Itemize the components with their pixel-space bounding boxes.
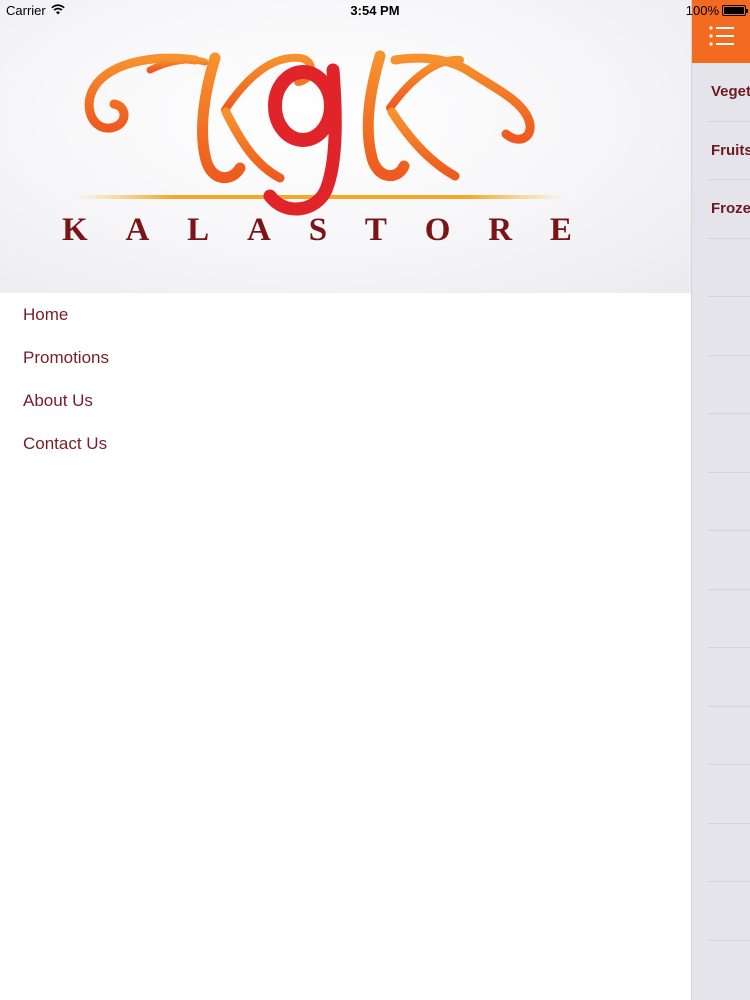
logo-wordmark-letter: T xyxy=(364,212,387,248)
logo-wordmark-letter: S xyxy=(308,212,328,248)
status-bar: Carrier 3:54 PM 100% xyxy=(0,0,750,22)
logo-wordmark-letter: A xyxy=(125,212,150,248)
category-item-vegetables[interactable]: Vegetables xyxy=(708,63,750,122)
category-item-frozen[interactable]: Frozen xyxy=(708,180,750,239)
content-panel[interactable]: Vegetables Fruits Frozen xyxy=(691,0,750,1000)
battery-fill xyxy=(724,7,744,14)
list-item xyxy=(708,414,750,473)
list-item xyxy=(708,882,750,941)
logo-wordmark-letter: R xyxy=(488,212,513,248)
list-item xyxy=(708,648,750,707)
battery-icon xyxy=(722,5,748,16)
logo-wordmark-letter: K xyxy=(62,212,88,248)
list-menu-icon xyxy=(708,26,735,51)
logo-wordmark-letter: A xyxy=(247,212,271,248)
app-screen: Carrier 3:54 PM 100% K A L A S T O R E H… xyxy=(0,0,750,1000)
list-item xyxy=(708,356,750,414)
list-item xyxy=(708,297,750,356)
list-item xyxy=(708,707,750,765)
logo-wordmark: K A L A ST O RE xyxy=(62,212,572,249)
list-item xyxy=(708,531,750,590)
menu-list: Home Promotions About Us Contact Us xyxy=(0,293,691,465)
menu-item-promotions[interactable]: Promotions xyxy=(0,336,691,379)
logo-wordmark-letter: O xyxy=(424,212,451,248)
category-list: Vegetables Fruits Frozen xyxy=(692,63,750,941)
list-item xyxy=(708,590,750,648)
status-right: 100% xyxy=(685,3,748,18)
side-menu: K A L A ST O RE Home Promotions About Us Conta… xyxy=(0,0,691,1000)
list-item xyxy=(708,239,750,297)
logo-banner: K A L A ST O RE xyxy=(0,0,691,293)
status-time: 3:54 PM xyxy=(350,3,400,18)
kga-monogram-logo xyxy=(75,50,565,216)
menu-item-about-us[interactable]: About Us xyxy=(0,379,691,422)
category-item-fruits[interactable]: Fruits xyxy=(708,122,750,180)
menu-item-home[interactable]: Home xyxy=(0,293,691,336)
list-item xyxy=(708,473,750,531)
logo-wordmark-letter: L xyxy=(187,212,210,248)
logo-wordmark-letter: E xyxy=(549,212,572,248)
menu-item-contact-us[interactable]: Contact Us xyxy=(0,422,691,465)
list-item xyxy=(708,765,750,824)
battery-percent: 100% xyxy=(685,3,719,18)
list-item xyxy=(708,824,750,882)
